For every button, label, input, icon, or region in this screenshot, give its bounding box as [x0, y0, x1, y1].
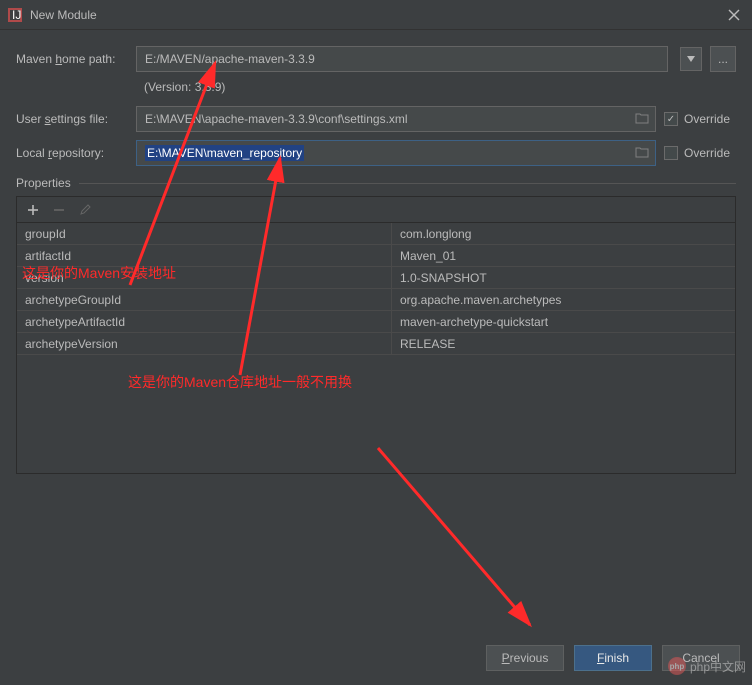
property-key: artifactId — [17, 245, 392, 266]
local-repo-override[interactable]: Override — [664, 146, 736, 160]
checkbox-icon — [664, 146, 678, 160]
properties-header: Properties — [16, 176, 736, 190]
maven-home-label: Maven home path: — [16, 52, 128, 66]
table-row[interactable]: version1.0-SNAPSHOT — [17, 267, 735, 289]
user-settings-label: User settings file: — [16, 112, 128, 126]
property-value: com.longlong — [392, 227, 735, 241]
edit-icon[interactable] — [77, 202, 93, 218]
local-repo-value: E:\MAVEN\maven_repository — [145, 145, 304, 161]
maven-home-dropdown-arrow[interactable] — [680, 47, 702, 71]
property-value: maven-archetype-quickstart — [392, 315, 735, 329]
local-repo-input[interactable]: E:\MAVEN\maven_repository — [136, 140, 656, 166]
user-settings-value: E:\MAVEN\apache-maven-3.3.9\conf\setting… — [145, 112, 408, 126]
table-row[interactable]: archetypeGroupIdorg.apache.maven.archety… — [17, 289, 735, 311]
table-row[interactable]: artifactIdMaven_01 — [17, 245, 735, 267]
table-row[interactable]: archetypeVersionRELEASE — [17, 333, 735, 355]
property-value: org.apache.maven.archetypes — [392, 293, 735, 307]
property-key: groupId — [17, 223, 392, 244]
properties-toolbar — [17, 197, 735, 223]
property-value: 1.0-SNAPSHOT — [392, 271, 735, 285]
title-bar: IJ New Module — [0, 0, 752, 30]
app-icon: IJ — [8, 8, 22, 22]
property-key: archetypeArtifactId — [17, 311, 392, 332]
property-key: archetypeVersion — [17, 333, 392, 354]
remove-icon[interactable] — [51, 202, 67, 218]
table-row[interactable]: archetypeArtifactIdmaven-archetype-quick… — [17, 311, 735, 333]
previous-button[interactable]: Previous — [486, 645, 564, 671]
property-key: archetypeGroupId — [17, 289, 392, 310]
content-area: Maven home path: E:/MAVEN/apache-maven-3… — [0, 30, 752, 474]
table-row[interactable]: groupIdcom.longlong — [17, 223, 735, 245]
maven-home-combo[interactable]: E:/MAVEN/apache-maven-3.3.9 — [136, 46, 668, 72]
user-settings-override[interactable]: Override — [664, 112, 736, 126]
property-value: Maven_01 — [392, 249, 735, 263]
checkbox-icon — [664, 112, 678, 126]
finish-button[interactable]: Finish — [574, 645, 652, 671]
footer-buttons: Previous Finish Cancel — [486, 645, 740, 671]
property-key: version — [17, 267, 392, 288]
maven-version-text: (Version: 3.3.9) — [16, 80, 736, 94]
folder-icon[interactable] — [635, 112, 649, 127]
svg-text:IJ: IJ — [12, 8, 21, 22]
properties-table: groupIdcom.longlongartifactIdMaven_01ver… — [16, 196, 736, 474]
property-value: RELEASE — [392, 337, 735, 351]
maven-home-browse-button[interactable]: ... — [710, 46, 736, 72]
folder-icon[interactable] — [635, 146, 649, 161]
properties-body: groupIdcom.longlongartifactIdMaven_01ver… — [17, 223, 735, 473]
override-label: Override — [684, 146, 730, 160]
add-icon[interactable] — [25, 202, 41, 218]
user-settings-input[interactable]: E:\MAVEN\apache-maven-3.3.9\conf\setting… — [136, 106, 656, 132]
window-title: New Module — [30, 8, 97, 22]
cancel-button[interactable]: Cancel — [662, 645, 740, 671]
close-button[interactable] — [724, 5, 744, 25]
override-label: Override — [684, 112, 730, 126]
local-repo-label: Local repository: — [16, 146, 128, 160]
maven-home-value: E:/MAVEN/apache-maven-3.3.9 — [145, 52, 315, 66]
